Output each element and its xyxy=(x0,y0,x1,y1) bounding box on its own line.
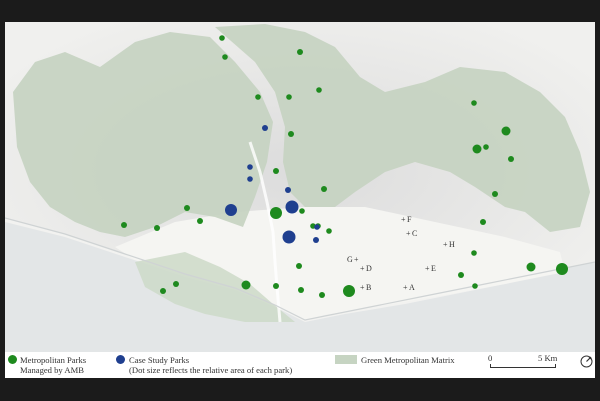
legend-green-matrix: Green Metropolitan Matrix xyxy=(361,355,455,365)
svg-text:+: + xyxy=(403,283,408,292)
metropolitan-park-dot xyxy=(160,288,166,294)
metropolitan-park-dot xyxy=(316,87,322,93)
metropolitan-park-dot xyxy=(121,222,127,228)
metropolitan-park-dot xyxy=(286,94,292,100)
metropolitan-park-dot xyxy=(255,94,261,100)
point-label-e: + E xyxy=(425,264,436,273)
metropolitan-park-dot xyxy=(297,49,303,55)
metropolitan-park-dot xyxy=(343,285,355,297)
metropolitan-park-dot xyxy=(508,156,514,162)
case-study-park-dot xyxy=(285,200,299,214)
metropolitan-park-dot xyxy=(296,263,302,269)
legend: Metropolitan Parks Managed by AMB Case S… xyxy=(5,352,595,378)
metropolitan-park-dot xyxy=(298,287,304,293)
scale-end-label: 5 Km xyxy=(538,353,558,363)
svg-text:+: + xyxy=(443,240,448,249)
map-figure: + F + C + H + G + D + E + B + A Metropolitan Parks Mana… xyxy=(0,0,600,401)
legend-managed-by: Managed by AMB xyxy=(20,365,84,375)
svg-text:A: A xyxy=(409,283,415,292)
map-canvas: + F + C + H + G + D + E + B + A xyxy=(4,22,596,352)
case-study-park-dot xyxy=(225,204,237,216)
metropolitan-park-dot xyxy=(526,262,536,272)
metropolitan-park-dot xyxy=(483,144,489,150)
svg-text:+: + xyxy=(425,264,430,273)
case-study-park-dot xyxy=(285,187,291,193)
svg-text:+: + xyxy=(354,255,359,264)
metropolitan-park-dot xyxy=(471,100,477,106)
metropolitan-park-dot xyxy=(270,207,282,219)
metropolitan-park-dot xyxy=(471,250,477,256)
metropolitan-park-dot xyxy=(458,272,464,278)
metropolitan-park-dot xyxy=(197,218,203,224)
svg-text:F: F xyxy=(407,215,412,224)
north-arrow-icon xyxy=(580,355,593,368)
svg-text:+: + xyxy=(360,283,365,292)
metropolitan-park-dot xyxy=(273,168,279,174)
scale-bar xyxy=(490,364,556,368)
case-study-park-dot xyxy=(262,125,268,131)
metropolitan-park-dot xyxy=(480,219,486,225)
metropolitan-park-dot xyxy=(154,225,160,231)
metropolitan-park-dot xyxy=(326,228,332,234)
svg-text:+: + xyxy=(360,264,365,273)
metropolitan-park-dot xyxy=(321,186,327,192)
metropolitan-park-dot xyxy=(319,292,325,298)
top-border xyxy=(0,0,600,20)
svg-text:G: G xyxy=(347,255,353,264)
metropolitan-park-dot xyxy=(288,131,294,137)
svg-text:C: C xyxy=(412,229,417,238)
point-label-b: + B xyxy=(360,283,371,292)
metropolitan-park-swatch xyxy=(8,355,17,364)
svg-text:+: + xyxy=(401,215,406,224)
metropolitan-park-dot xyxy=(222,54,228,60)
case-study-park-dot xyxy=(313,237,319,243)
metropolitan-park-dot xyxy=(556,263,568,275)
case-study-park-dot xyxy=(282,230,296,244)
metropolitan-park-dot xyxy=(241,280,251,290)
map-svg: + F+ C+ H+G+ D + E+ B + A xyxy=(4,22,596,352)
case-study-park-dot xyxy=(314,224,320,230)
green-matrix-swatch xyxy=(335,355,357,364)
metropolitan-park-dot xyxy=(184,205,190,211)
point-label-d: + D xyxy=(360,264,372,273)
svg-text:D: D xyxy=(366,264,372,273)
case-study-park-swatch xyxy=(116,355,125,364)
case-study-park-dot xyxy=(247,176,253,182)
metropolitan-park-dot xyxy=(299,208,305,214)
scale-start-label: 0 xyxy=(488,353,493,363)
legend-case-study-parks: Case Study Parks xyxy=(129,355,190,365)
metropolitan-park-dot xyxy=(273,283,279,289)
svg-text:+: + xyxy=(406,229,411,238)
svg-text:H: H xyxy=(449,240,455,249)
point-label-h: + H xyxy=(443,240,455,249)
metropolitan-park-dot xyxy=(472,283,478,289)
point-label-f: + F xyxy=(401,215,412,224)
bottom-border xyxy=(0,378,600,401)
metropolitan-park-dot xyxy=(219,35,225,41)
metropolitan-park-dot xyxy=(492,191,498,197)
legend-dot-size-note: (Dot size reflects the relative area of … xyxy=(129,365,293,375)
point-label-c: + C xyxy=(406,229,417,238)
legend-metropolitan-parks: Metropolitan Parks xyxy=(20,355,87,365)
metropolitan-park-dot xyxy=(501,126,511,136)
metropolitan-park-dot xyxy=(173,281,179,287)
case-study-park-dot xyxy=(247,164,253,170)
svg-text:E: E xyxy=(431,264,436,273)
svg-text:B: B xyxy=(366,283,371,292)
metropolitan-park-dot xyxy=(472,144,482,154)
point-label-a: + A xyxy=(403,283,415,292)
